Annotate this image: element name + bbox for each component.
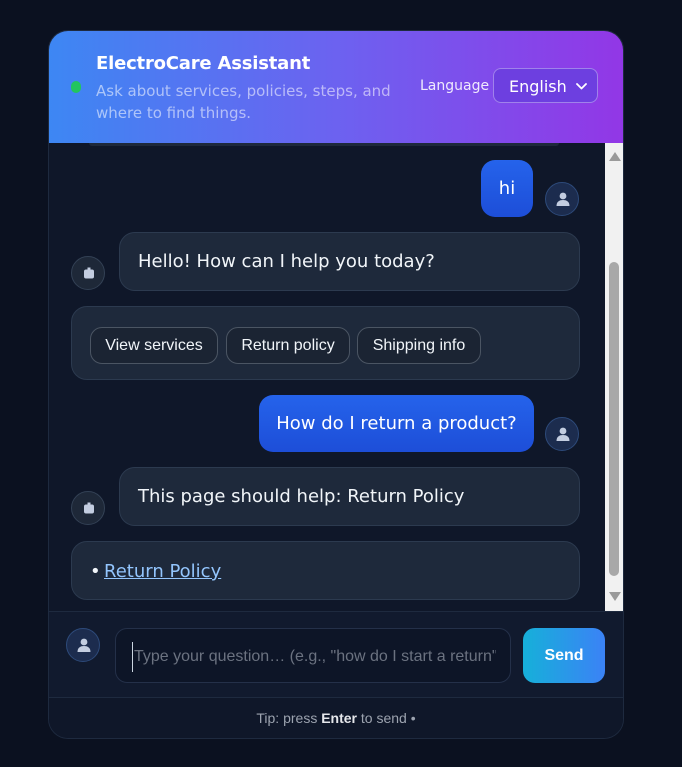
person-icon bbox=[556, 427, 570, 441]
bot-message-bubble: This page should help: Return Policy bbox=[119, 467, 580, 526]
suggested-links: • Return Policy bbox=[71, 541, 580, 600]
online-status-dot bbox=[71, 81, 81, 93]
bot-avatar bbox=[71, 491, 105, 525]
quick-reply-view-services[interactable]: View services bbox=[90, 327, 218, 364]
tip-suffix: to send • bbox=[360, 710, 416, 726]
language-select-value: English bbox=[509, 77, 567, 96]
user-message-text: How do I return a product? bbox=[276, 413, 517, 434]
question-input[interactable] bbox=[132, 642, 498, 672]
scroll-up-arrow[interactable] bbox=[609, 152, 621, 161]
tip-prefix: Tip: press bbox=[256, 710, 318, 726]
assistant-subtitle: Ask about services, policies, steps, and… bbox=[96, 82, 391, 122]
chevron-down-icon bbox=[576, 83, 587, 90]
link-bullet: • bbox=[90, 561, 101, 582]
robot-icon bbox=[84, 267, 94, 279]
scroll-down-arrow[interactable] bbox=[609, 592, 621, 601]
assistant-title: ElectroCare Assistant bbox=[96, 53, 311, 74]
tip-key: Enter bbox=[321, 710, 358, 726]
footer-tip: Tip: press Enter to send • bbox=[49, 697, 623, 738]
user-avatar bbox=[66, 628, 100, 662]
robot-icon bbox=[84, 502, 94, 514]
send-button[interactable]: Send bbox=[523, 628, 605, 683]
language-select[interactable]: English bbox=[493, 68, 598, 103]
message-scrollbar[interactable] bbox=[605, 143, 623, 611]
quick-reply-return-policy[interactable]: Return policy bbox=[226, 327, 350, 364]
question-input-wrapper bbox=[115, 628, 511, 683]
bot-message-text: Hello! How can I help you today? bbox=[138, 251, 435, 272]
quick-replies: View services Return policy Shipping inf… bbox=[71, 306, 580, 380]
return-policy-link[interactable]: Return Policy bbox=[104, 561, 221, 582]
bot-message-bubble: Hello! How can I help you today? bbox=[119, 232, 580, 291]
chat-header: ElectroCare Assistant Ask about services… bbox=[49, 31, 623, 143]
bot-avatar bbox=[71, 256, 105, 290]
user-message-text: hi bbox=[498, 178, 516, 199]
user-avatar bbox=[545, 417, 579, 451]
quick-reply-shipping-info[interactable]: Shipping info bbox=[357, 327, 481, 364]
scrollbar-thumb[interactable] bbox=[609, 262, 619, 576]
user-avatar bbox=[545, 182, 579, 216]
message-composer: Send bbox=[49, 611, 623, 697]
person-icon bbox=[77, 638, 91, 652]
language-label: Language bbox=[420, 78, 490, 94]
bot-message-text: This page should help: Return Policy bbox=[138, 486, 465, 507]
chat-widget: ElectroCare Assistant Ask about services… bbox=[48, 30, 624, 739]
user-message-bubble: How do I return a product? bbox=[259, 395, 534, 452]
user-message-bubble: hi bbox=[481, 160, 533, 217]
person-icon bbox=[556, 192, 570, 206]
message-list[interactable]: hi Hello! How can I help you today? View… bbox=[49, 143, 605, 611]
previous-message-edge bbox=[89, 143, 559, 146]
